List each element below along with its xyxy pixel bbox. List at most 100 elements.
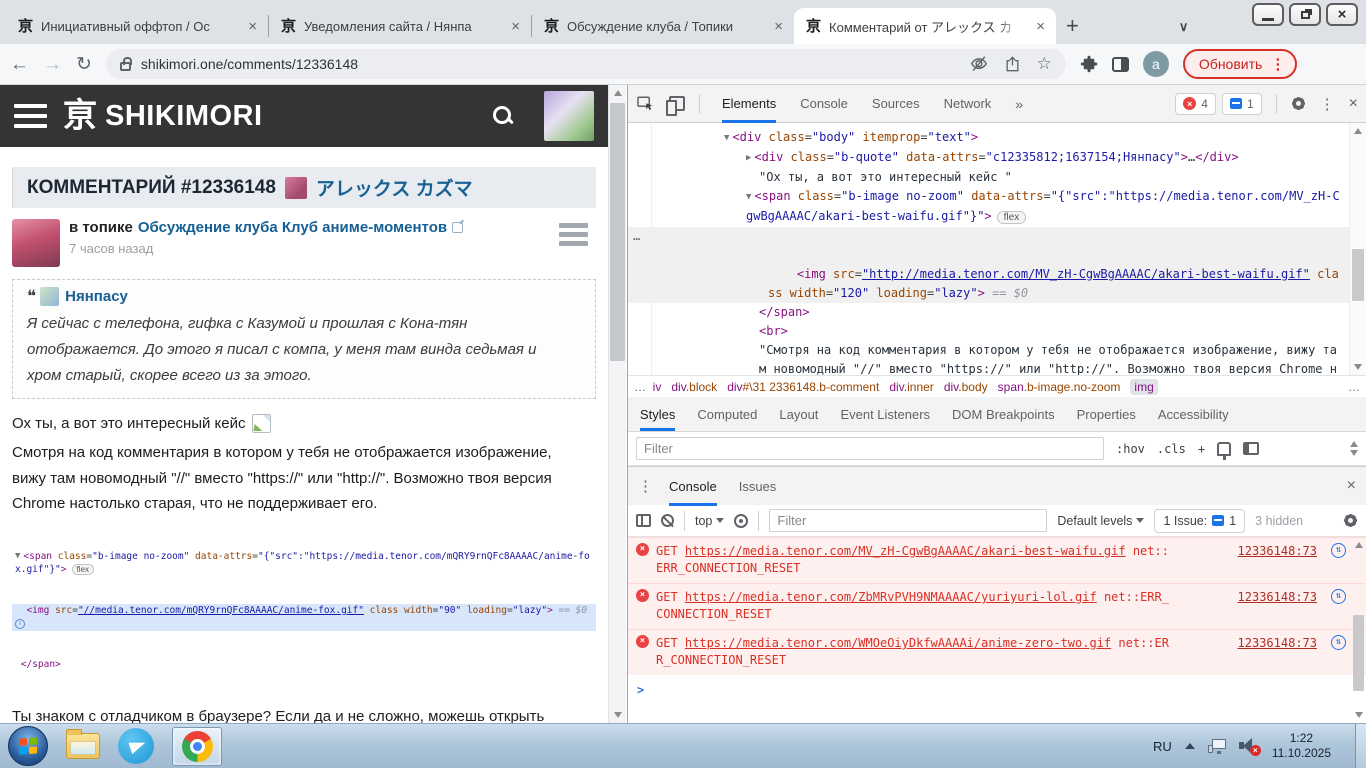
console-scrollbar[interactable] [1351, 537, 1366, 723]
back-icon[interactable]: ← [10, 55, 29, 74]
error-count-badge[interactable]: × 4 [1175, 92, 1216, 115]
error-source-link[interactable]: 12336148:73 [1238, 635, 1317, 669]
tab-search-chevron-icon[interactable]: ∨ [1179, 19, 1189, 35]
issues-counter[interactable]: 1 Issue: 1 [1154, 508, 1246, 533]
bookmark-star-icon[interactable]: ☆ [1037, 54, 1052, 74]
dom-node-b-image-span[interactable]: ▼ <span class="b-image no-zoom" data-attr… [628, 187, 1366, 227]
volume-muted-icon[interactable]: × [1238, 738, 1261, 756]
more-tabs-icon[interactable]: » [1015, 85, 1023, 123]
computed-sidebar-toggle-icon[interactable] [1243, 442, 1260, 455]
browser-tab-1[interactable]: 亰 Инициативный оффтоп / Ос × [6, 8, 268, 44]
failed-url-link[interactable]: https://media.tenor.com/ZbMRvPVH9NMAAAAC… [685, 590, 1097, 604]
failed-url-link[interactable]: https://media.tenor.com/MV_zH-CgwBgAAAAC… [685, 544, 1126, 558]
devtools-tab-sources[interactable]: Sources [872, 85, 920, 123]
live-expression-eye-icon[interactable] [734, 513, 749, 528]
console-filter-input[interactable] [769, 509, 1048, 532]
network-tray-icon[interactable] [1207, 738, 1226, 754]
issue-count-badge[interactable]: 1 [1221, 92, 1262, 115]
scrollbar-thumb[interactable] [1352, 249, 1364, 301]
devtools-close-icon[interactable]: × [1349, 95, 1358, 113]
tab-close-icon[interactable]: × [245, 18, 260, 35]
log-levels-selector[interactable]: Default levels [1057, 514, 1145, 528]
chrome-update-button[interactable]: Обновить ⋮ [1182, 49, 1298, 79]
scrollbar-thumb[interactable] [1353, 615, 1364, 691]
inspect-element-icon[interactable] [636, 95, 655, 113]
dom-breadcrumbs[interactable]: … iv div.block div#\31 2336148.b-comment… [628, 375, 1366, 397]
browser-tab-2[interactable]: 亰 Уведомления сайта / Нянпа × [269, 8, 531, 44]
browser-tab-3[interactable]: 亰 Обсуждение клуба / Топики × [532, 8, 794, 44]
error-source-link[interactable]: 12336148:73 [1238, 543, 1317, 577]
drawer-menu-dots-icon[interactable]: ⋮ [638, 477, 653, 495]
rendering-brush-icon[interactable] [1217, 441, 1232, 460]
window-minimize-button[interactable] [1252, 3, 1284, 26]
quoted-user-avatar[interactable] [40, 287, 60, 306]
tab-computed[interactable]: Computed [697, 397, 757, 431]
eye-off-icon[interactable] [970, 56, 988, 72]
address-bar[interactable]: shikimori.one/comments/12336148 ☆ [105, 49, 1066, 79]
dom-node-span-close[interactable]: </span> [628, 303, 1366, 322]
show-hidden-icons-icon[interactable] [1184, 743, 1195, 749]
console-settings-gear-icon[interactable] [1343, 513, 1358, 528]
dom-node-div-body[interactable]: ▼ <div class="body" itemprop="text"> [628, 128, 1366, 148]
devtools-tab-console[interactable]: Console [800, 85, 848, 123]
comment-avatar[interactable] [12, 219, 60, 267]
dom-text-node[interactable]: "Ох ты, а вот это интересный кейс " [628, 168, 1366, 187]
tab-dom-breakpoints[interactable]: DOM Breakpoints [952, 397, 1055, 431]
console-error-row[interactable]: × GET https://media.tenor.com/ZbMRvPVH9N… [628, 583, 1366, 629]
device-toolbar-icon[interactable] [666, 96, 685, 116]
new-style-rule-button[interactable]: + [1198, 442, 1205, 456]
author-link[interactable]: アレックス カズマ [316, 174, 473, 201]
author-mini-avatar[interactable] [284, 176, 307, 199]
side-panel-icon[interactable] [1111, 56, 1129, 72]
tab-accessibility[interactable]: Accessibility [1158, 397, 1229, 431]
chrome-taskbar-button[interactable] [172, 726, 222, 766]
url-text[interactable]: shikimori.one/comments/12336148 [141, 56, 358, 72]
dom-node-b-quote[interactable]: ▶ <div class="b-quote" data-attrs="c12335… [628, 148, 1366, 168]
language-indicator[interactable]: RU [1153, 739, 1172, 754]
tab-close-icon[interactable]: × [1033, 18, 1048, 35]
dom-text-node[interactable]: "Смотря на код комментария в котором у т… [628, 341, 1366, 375]
taskbar-clock[interactable]: 1:22 11.10.2025 [1272, 731, 1331, 761]
comment-menu-icon[interactable] [559, 219, 588, 267]
telegram-icon[interactable] [118, 728, 154, 764]
hover-state-toggle[interactable]: :hov [1116, 442, 1145, 456]
request-initiator-icon[interactable]: ⇅ [1331, 543, 1346, 558]
lock-icon[interactable] [119, 56, 132, 71]
user-avatar[interactable] [544, 91, 594, 141]
breadcrumb-overflow-icon[interactable]: … [1342, 380, 1360, 394]
drawer-close-icon[interactable]: × [1347, 477, 1356, 495]
search-icon[interactable] [492, 105, 514, 127]
console-prompt-chevron[interactable]: > [628, 675, 1366, 706]
profile-avatar[interactable]: a [1142, 51, 1169, 77]
quoted-user-link[interactable]: Нянпасу [65, 288, 128, 305]
node-more-actions-icon[interactable]: … [633, 227, 641, 246]
console-error-row[interactable]: × GET https://media.tenor.com/WMOeOiyDkf… [628, 629, 1366, 675]
extensions-puzzle-icon[interactable] [1080, 55, 1098, 73]
hidden-messages-label[interactable]: 3 hidden [1255, 514, 1303, 528]
failed-url-link[interactable]: https://media.tenor.com/WMOeOiyDkfwAAAAi… [685, 636, 1111, 650]
devtools-menu-dots-icon[interactable]: ⋮ [1320, 95, 1335, 113]
drawer-tab-issues[interactable]: Issues [739, 467, 777, 506]
tab-styles[interactable]: Styles [640, 397, 675, 431]
window-restore-button[interactable] [1289, 3, 1321, 26]
reload-icon[interactable]: ↻ [76, 55, 92, 74]
dom-node-br[interactable]: <br> [628, 322, 1366, 341]
scroll-down-icon[interactable] [609, 707, 626, 723]
elements-scrollbar[interactable] [1349, 123, 1366, 375]
devtools-tab-elements[interactable]: Elements [722, 85, 776, 123]
scrollbar-thumb[interactable] [610, 103, 625, 361]
site-menu-icon[interactable] [14, 104, 47, 128]
context-selector[interactable]: top [695, 514, 725, 528]
forward-icon[interactable]: → [43, 55, 62, 74]
class-toggle[interactable]: .cls [1157, 442, 1186, 456]
file-explorer-icon[interactable] [66, 729, 100, 759]
scroll-up-icon[interactable] [609, 85, 626, 101]
new-tab-button[interactable]: + [1066, 13, 1079, 39]
browser-tab-4-active[interactable]: 亰 Комментарий от アレックス カ × [794, 8, 1056, 44]
site-logo[interactable]: 亰 SHIKIMORI [63, 99, 263, 133]
styles-scroll-arrows[interactable] [1350, 441, 1358, 456]
drawer-tab-console[interactable]: Console [669, 467, 717, 506]
start-button[interactable] [8, 726, 48, 766]
show-desktop-button[interactable] [1355, 723, 1366, 768]
devtools-settings-gear-icon[interactable] [1291, 96, 1306, 111]
